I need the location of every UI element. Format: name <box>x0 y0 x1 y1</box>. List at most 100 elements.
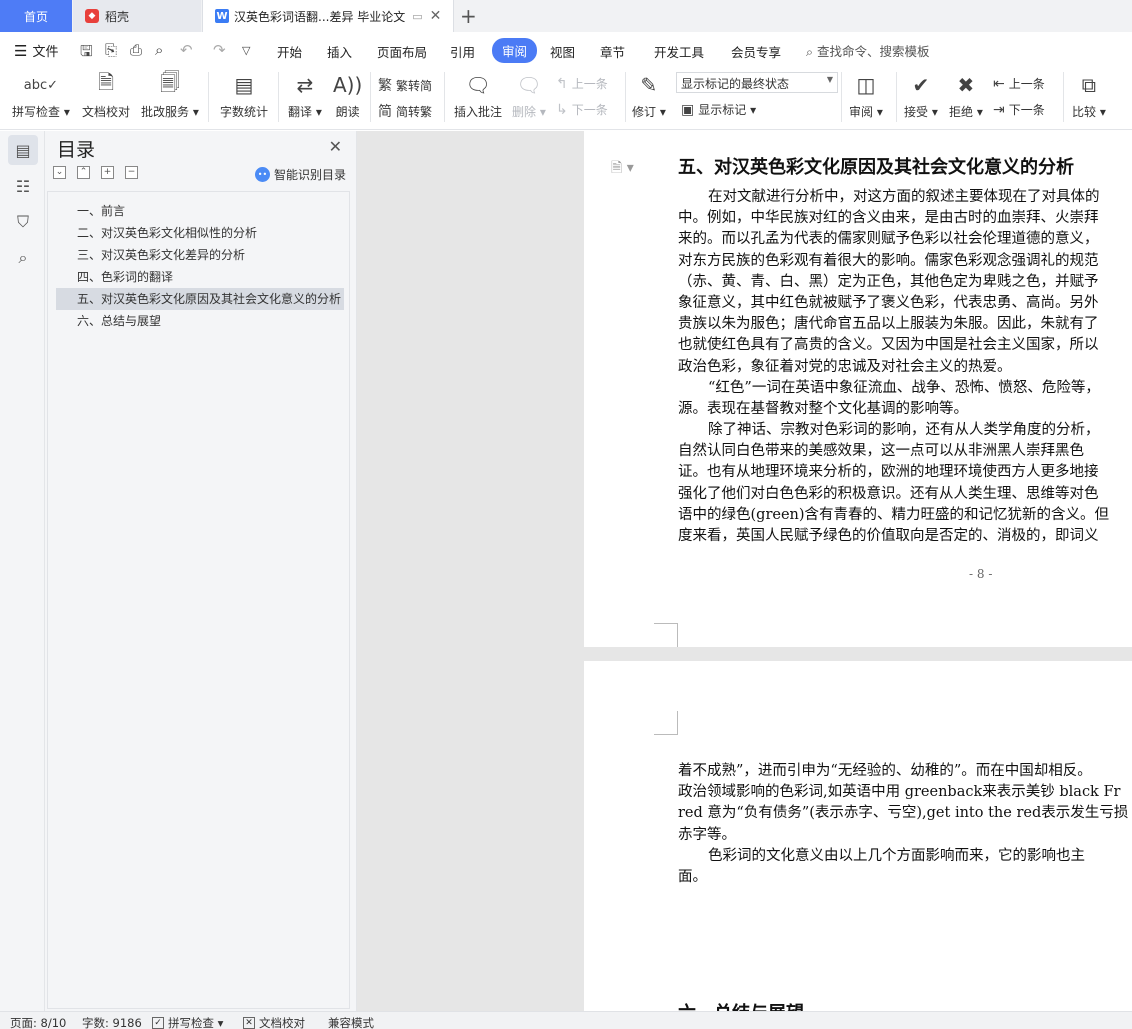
menu-page-layout[interactable]: 页面布局 <box>377 42 427 61</box>
accept-button[interactable]: ✔ 接受 ▾ <box>904 70 938 120</box>
chevron-down-icon: ▼ <box>826 75 833 84</box>
menu-view[interactable]: 视图 <box>550 42 575 61</box>
page-indicator[interactable]: 页面: 8/10 <box>10 1015 66 1029</box>
next-change-button[interactable]: ⇥ 下一条 <box>993 101 1045 118</box>
document-page[interactable]: 🗎 ▾ 五、对汉英色彩文化原因及其社会文化意义的分析 在对文献进行分析中，对这方… <box>584 131 1132 647</box>
new-tab-button[interactable]: + <box>460 4 477 28</box>
text-line: 源。表现在基督教对整个文化基调的影响等。 <box>678 400 968 417</box>
chapter-nav-icon[interactable]: ☷ <box>8 171 38 201</box>
reject-button[interactable]: ✖ 拒绝 ▾ <box>949 70 983 120</box>
file-menu[interactable]: ☰ 文件 <box>14 41 59 61</box>
next-change-icon: ⇥ <box>993 101 1005 118</box>
correction-service-button[interactable]: 🗐 批改服务 ▾ <box>141 70 199 120</box>
simplified-to-traditional-button[interactable]: 简 简转繁 <box>378 101 432 121</box>
expand-one-icon[interactable]: ⌃ <box>77 166 90 179</box>
toc-item[interactable]: 六、总结与展望 <box>56 310 344 332</box>
text-line: 证。也有从地理环境来分析的，欧洲的地理环境使西方人更多地接 <box>678 464 1099 481</box>
menu-review[interactable]: 审阅 <box>492 38 538 63</box>
toc-item[interactable]: 一、前言 <box>56 200 344 222</box>
bookmark-icon[interactable]: ⛉ <box>8 207 38 237</box>
smart-toc-button[interactable]: •• 智能识别目录 <box>254 166 346 183</box>
insert-comment-label: 插入批注 <box>454 105 503 119</box>
traditional-to-simplified-button[interactable]: 繁 繁转简 <box>378 75 432 95</box>
collapse-one-icon[interactable]: ⌄ <box>53 166 66 179</box>
insert-comment-button[interactable]: 🗨 插入批注 <box>454 70 502 120</box>
tab-home-label: 首页 <box>23 9 48 24</box>
word-count-button[interactable]: ▤ 字数统计 <box>220 70 268 120</box>
doc-proof-button[interactable]: 🗎 文档校对 <box>82 70 130 120</box>
doc-proof-icon: 🗎 <box>97 70 115 94</box>
revise-icon: ✎ <box>640 73 658 97</box>
menu-reference[interactable]: 引用 <box>450 42 475 61</box>
word-count-indicator[interactable]: 字数: 9186 <box>82 1015 142 1029</box>
daoke-logo-icon: ◆ <box>85 9 99 23</box>
document-canvas[interactable]: 🗎 ▾ 五、对汉英色彩文化原因及其社会文化意义的分析 在对文献进行分析中，对这方… <box>357 131 1132 1011</box>
print-icon[interactable]: ⎙ <box>130 41 142 59</box>
left-rail: ▤ ☷ ⛉ ⌕ <box>0 131 45 1011</box>
toc-item[interactable]: 二、对汉英色彩文化相似性的分析 <box>56 222 344 244</box>
collapse-all-icon[interactable]: − <box>125 166 138 179</box>
tab-home[interactable]: 首页 <box>0 0 72 32</box>
doc-proof-status-label: 文档校对 <box>259 1016 305 1029</box>
spell-check-icon: abc✓ <box>23 77 59 93</box>
tab-daoke[interactable]: ◆ 稻壳 <box>73 0 201 32</box>
next-change-label: 下一条 <box>1008 103 1045 117</box>
next-comment-button[interactable]: ↳ 下一条 <box>556 101 608 118</box>
delete-comment-button[interactable]: 🗨 删除 ▾ <box>512 70 546 120</box>
menu-developer[interactable]: 开发工具 <box>654 42 704 61</box>
delete-comment-icon: 🗨 <box>516 73 542 97</box>
prev-comment-button[interactable]: ↰ 上一条 <box>556 75 608 92</box>
undo-icon[interactable]: ↶ <box>180 41 193 59</box>
document-page[interactable]: 着不成熟”，进而引申为“无经验的、幼稚的”。而在中国却相反。 政治领域影响的色彩… <box>584 661 1132 1011</box>
review-pane-icon: ◫ <box>856 73 876 97</box>
show-markup-button[interactable]: ▣ 显示标记 ▾ <box>681 101 756 118</box>
menu-chapter[interactable]: 章节 <box>600 42 625 61</box>
toc-item[interactable]: 三、对汉英色彩文化差异的分析 <box>56 244 344 266</box>
toc-panel-icon[interactable]: ▤ <box>8 135 38 165</box>
redo-icon[interactable]: ↷ <box>213 41 226 59</box>
file-menu-label: 文件 <box>32 45 59 60</box>
print-preview-icon[interactable]: ⌕ <box>155 41 163 59</box>
markup-mode-select[interactable]: 显示标记的最终状态 ▼ <box>676 72 838 93</box>
reject-icon: ✖ <box>957 73 975 97</box>
correction-service-label: 批改服务 <box>141 105 190 119</box>
save-icon[interactable]: 🖫 <box>80 41 93 66</box>
traditional-to-simplified-icon: 繁 <box>378 78 392 94</box>
toc-panel: 目录 ✕ ⌄ ⌃ + − •• 智能识别目录 一、前言 二、对汉英色彩文化相似性… <box>45 131 357 1011</box>
quick-access-dropdown-icon[interactable]: ▽ <box>242 44 250 57</box>
prev-change-button[interactable]: ⇤ 上一条 <box>993 75 1045 92</box>
revise-button[interactable]: ✎ 修订 ▾ <box>632 70 666 120</box>
spell-check-status-label: 拼写检查 <box>168 1016 214 1029</box>
tab-daoke-label: 稻壳 <box>105 9 130 24</box>
find-icon[interactable]: ⌕ <box>8 243 38 273</box>
read-aloud-button[interactable]: A)) 朗读 <box>333 70 362 120</box>
close-panel-icon[interactable]: ✕ <box>329 137 342 156</box>
compare-button[interactable]: ⧉ 比较 ▾ <box>1072 70 1106 120</box>
command-search[interactable]: ⌕ 查找命令、搜索模板 <box>806 41 930 60</box>
spell-check-button[interactable]: abc✓ 拼写检查 ▾ <box>12 70 70 120</box>
text-line: 赤字等。 <box>678 826 736 843</box>
expand-all-icon[interactable]: + <box>101 166 114 179</box>
spell-check-toggle[interactable]: ✓ 拼写检查 ▾ <box>152 1015 223 1029</box>
close-tab-icon[interactable]: ✕ <box>430 8 442 24</box>
doc-proof-toggle[interactable]: ✕ 文档校对 <box>243 1015 305 1029</box>
tab-document[interactable]: W 汉英色彩词语翻...差异 毕业论文 ▭ ✕ <box>202 0 454 32</box>
menu-start[interactable]: 开始 <box>277 42 302 61</box>
accept-icon: ✔ <box>912 73 930 97</box>
toc-item-active[interactable]: 五、对汉英色彩文化原因及其社会文化意义的分析 <box>56 288 344 310</box>
toc-item[interactable]: 四、色彩词的翻译 <box>56 266 344 288</box>
text-line: 来的。而以孔孟为代表的儒家则赋予色彩以社会伦理道德的意义， <box>678 231 1099 248</box>
text-line: 语中的绿色(green)含有青春的、精力旺盛的和记忆犹新的含义。但 <box>678 506 1110 523</box>
menu-insert[interactable]: 插入 <box>327 42 352 61</box>
compat-mode-indicator: 兼容模式 <box>328 1016 374 1029</box>
text-line: 着不成熟”，进而引申为“无经验的、幼稚的”。而在中国却相反。 <box>678 763 1092 779</box>
review-pane-label: 审阅 <box>849 105 874 119</box>
text-line: 贵族以朱为服色；唐代命官五品以上服装为朱服。因此，朱就有了 <box>678 316 1099 333</box>
menu-member[interactable]: 会员专享 <box>731 42 781 61</box>
monitor-icon[interactable]: ▭ <box>412 10 422 23</box>
review-pane-button[interactable]: ◫ 审阅 ▾ <box>849 70 883 120</box>
translate-button[interactable]: ⇄ 翻译 ▾ <box>288 70 322 120</box>
export-icon[interactable]: ⎘ <box>105 41 117 59</box>
paragraph-icon[interactable]: 🗎 ▾ <box>611 157 634 181</box>
simplified-to-traditional-label: 简转繁 <box>396 104 433 119</box>
